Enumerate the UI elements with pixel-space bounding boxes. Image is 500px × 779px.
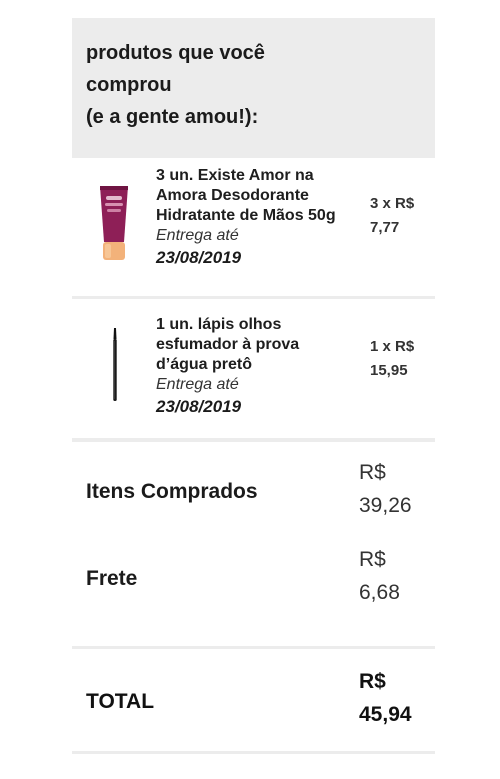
amount: 6,68 <box>359 581 400 604</box>
delivery-date: 23/08/2019 <box>156 248 242 267</box>
quantity-times-currency: 1 x R$ <box>370 338 415 355</box>
total-label: TOTAL <box>86 690 155 713</box>
quantity-price: 3 x R$ 7,77 <box>370 192 430 240</box>
order-summary-card: produtos que você comprou (e a gente amo… <box>72 18 435 754</box>
product-description: 1 un. lápis olhos esfumador à prova d’ág… <box>156 316 300 373</box>
product-details: 3 un. Existe Amor na Amora Desodorante H… <box>156 166 346 270</box>
product-details: 1 un. lápis olhos esfumador à prova d’ág… <box>156 315 346 419</box>
product-item: 3 un. Existe Amor na Amora Desodorante H… <box>72 158 435 299</box>
quantity-price: 1 x R$ 15,95 <box>370 335 430 383</box>
shipping-value: R$ 6,68 <box>359 543 429 609</box>
unit-price: 15,95 <box>370 362 408 379</box>
product-item: 1 un. lápis olhos esfumador à prova d’ág… <box>72 299 435 442</box>
currency-symbol: R$ <box>359 461 386 484</box>
amount: 39,26 <box>359 494 412 517</box>
quantity-times-currency: 3 x R$ <box>370 195 415 212</box>
currency-symbol: R$ <box>359 670 386 693</box>
items-purchased-value: R$ 39,26 <box>359 456 429 522</box>
header-title: produtos que você comprou (e a gente amo… <box>86 42 265 128</box>
delivery-label: Entrega até <box>156 227 239 244</box>
total-value: R$ 45,94 <box>359 665 429 731</box>
unit-price: 7,77 <box>370 219 400 236</box>
hand-cream-tube-icon <box>100 186 128 260</box>
currency-symbol: R$ <box>359 548 386 571</box>
delivery-label: Entrega até <box>156 376 239 393</box>
product-description: 3 un. Existe Amor na Amora Desodorante H… <box>156 167 336 224</box>
purchased-products-header: produtos que você comprou (e a gente amo… <box>72 18 435 158</box>
amount: 45,94 <box>359 703 412 726</box>
shipping-label: Frete <box>86 567 138 590</box>
totals-section: Itens Comprados R$ 39,26 Frete R$ 6,68 <box>72 442 435 649</box>
eyeliner-pencil-icon <box>113 328 117 401</box>
grand-total-section: TOTAL R$ 45,94 <box>72 649 435 754</box>
delivery-date: 23/08/2019 <box>156 397 242 416</box>
items-purchased-label: Itens Comprados <box>86 480 258 503</box>
